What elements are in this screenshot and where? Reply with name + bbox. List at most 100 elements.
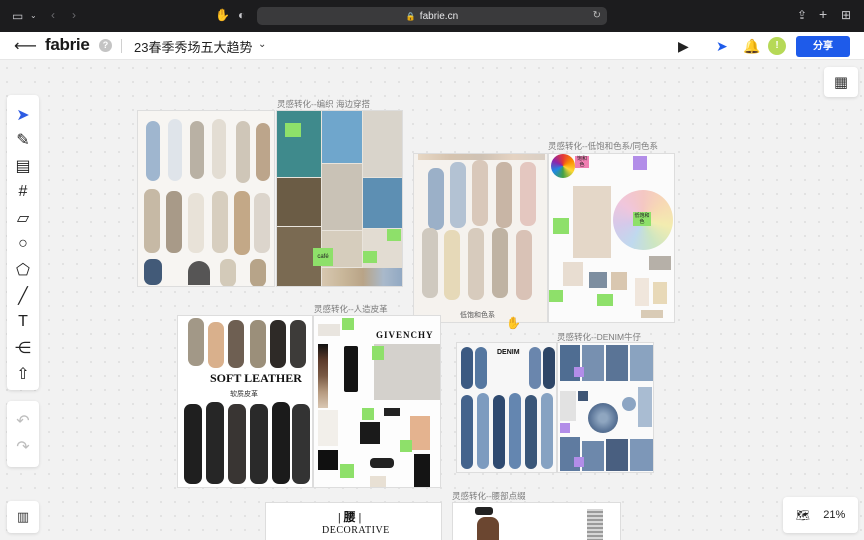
undo-icon[interactable]: ↶ xyxy=(7,409,39,433)
look-photo xyxy=(322,164,362,230)
sticky-note-saturated[interactable]: 饱和色 xyxy=(575,156,589,168)
board-low-saturation-moodboard[interactable]: 饱和色 低饱和色 xyxy=(548,153,675,323)
runway-figure xyxy=(543,347,555,389)
user-avatar[interactable]: ! xyxy=(768,37,786,55)
select-icon[interactable]: ➤ xyxy=(7,103,39,127)
circle-icon[interactable]: ○ xyxy=(7,232,39,256)
board-waist-decorative[interactable]: | 腰 | DECORATIVE xyxy=(265,502,442,540)
zoom-level[interactable]: 21% xyxy=(823,509,845,521)
app-logo[interactable]: fabrie xyxy=(45,35,90,55)
runway-figure xyxy=(472,160,488,226)
sticky-note[interactable] xyxy=(560,423,570,433)
sticky-note[interactable] xyxy=(400,440,412,452)
board-knit-runway[interactable] xyxy=(137,110,275,287)
denim-photo xyxy=(630,439,653,471)
bag-photo xyxy=(589,272,607,288)
line-icon[interactable]: ╱ xyxy=(7,284,39,308)
board-knit-moodboard[interactable]: café xyxy=(276,110,403,287)
shield-icon[interactable]: ◐ xyxy=(238,9,245,21)
sticky-note[interactable] xyxy=(574,367,584,377)
board-waist-moodboard[interactable] xyxy=(452,502,621,540)
sticky-note[interactable] xyxy=(340,464,354,478)
forward-icon[interactable]: › xyxy=(72,9,76,21)
share-button[interactable]: 分享 xyxy=(796,36,850,57)
tab-overview-icon[interactable]: ⊞ xyxy=(841,9,851,21)
history-toolbar: ↶ ↷ xyxy=(7,401,39,467)
sandal-photo xyxy=(649,256,671,270)
runway-figure xyxy=(516,230,532,300)
sticky-note-cafe[interactable]: café xyxy=(313,248,333,266)
board-denim-runway[interactable]: DENIM xyxy=(456,342,557,473)
minimap-icon[interactable]: 🗺 xyxy=(796,509,810,522)
share-sheet-icon[interactable]: ⇪ xyxy=(797,9,807,21)
table-view-icon[interactable]: ▦ xyxy=(824,67,858,97)
sticky-note[interactable] xyxy=(372,346,384,360)
reload-icon[interactable]: ↻ xyxy=(593,10,601,21)
frame-label-faux-leather[interactable]: 灵感转化--人造皮革 xyxy=(314,303,388,315)
document-title[interactable]: 23春季秀场五大趋势 xyxy=(134,37,252,56)
help-icon[interactable]: ? xyxy=(99,39,112,52)
sticky-note[interactable] xyxy=(597,294,613,306)
sticky-note[interactable] xyxy=(549,290,563,302)
board-soft-leather[interactable]: SOFT LEATHER 软质皮革 xyxy=(177,315,313,488)
redo-icon[interactable]: ↷ xyxy=(7,435,39,459)
shoe-photo xyxy=(641,310,663,318)
text-icon[interactable]: T xyxy=(7,310,39,334)
layout-icon[interactable]: ▤ xyxy=(7,154,39,178)
sticky-note[interactable] xyxy=(362,408,374,420)
runway-figure xyxy=(444,230,460,300)
sticky-note[interactable] xyxy=(285,123,301,137)
board-low-saturation-runway[interactable]: 低饱和色系 xyxy=(413,153,548,323)
runway-figure xyxy=(525,395,537,469)
runway-figure xyxy=(212,119,226,179)
sticky-note[interactable] xyxy=(363,251,377,263)
title-chevron-down-icon[interactable]: ⌄ xyxy=(258,39,266,50)
runway-figure xyxy=(428,168,444,230)
runway-figure xyxy=(290,320,306,368)
saturated-color-wheel xyxy=(551,154,575,178)
beach-photo xyxy=(277,111,321,177)
runway-figure xyxy=(212,191,228,253)
url-bar[interactable]: 🔒 fabrie.cn ↻ xyxy=(257,7,607,25)
runway-figure xyxy=(236,121,250,183)
sticky-note[interactable] xyxy=(633,156,647,170)
denim-photo xyxy=(630,345,653,381)
runway-figure xyxy=(250,259,266,286)
board-denim-moodboard[interactable] xyxy=(557,342,654,473)
zoom-control[interactable]: 🗺 21% xyxy=(783,497,858,533)
back-arrow-icon[interactable]: ⟵ xyxy=(14,36,37,56)
cursor-follow-icon[interactable]: ➤ xyxy=(716,38,728,54)
garment-photo xyxy=(344,346,358,392)
upload-icon[interactable]: ⇧ xyxy=(7,362,39,386)
garment-photo xyxy=(318,410,338,446)
new-tab-icon[interactable]: + xyxy=(819,7,827,21)
sticky-note[interactable] xyxy=(574,457,584,467)
sticky-note-low-saturated[interactable]: 低饱和色 xyxy=(633,212,651,226)
frame-label-knit[interactable]: 灵感转化--编织 海边穿搭 xyxy=(277,98,370,110)
sticky-note[interactable] xyxy=(342,318,354,330)
connector-icon[interactable]: ⋲ xyxy=(7,336,39,360)
sticky-note[interactable] xyxy=(387,229,401,241)
frame-icon[interactable]: # xyxy=(7,180,39,204)
chevron-down-icon[interactable]: ⌄ xyxy=(30,10,37,22)
sticky-note[interactable] xyxy=(553,218,569,234)
frame-label-waist[interactable]: 灵感转化--腰部点缀 xyxy=(452,490,526,502)
layers-panel-icon[interactable]: ▥ xyxy=(7,501,39,533)
frame-label-low-saturation[interactable]: 灵感转化--低饱和色系/同色系 xyxy=(548,140,658,152)
sidebar-toggle-icon[interactable]: ▭ xyxy=(12,10,23,22)
garment-photo xyxy=(318,450,338,470)
bell-icon[interactable]: 🔔 xyxy=(743,38,760,54)
sticky-note-icon[interactable]: ▱ xyxy=(7,206,39,230)
whiteboard-canvas[interactable]: 灵感转化--编织 海边穿搭 café 灵感转化--低饱和色系/同色系 低饱和色系… xyxy=(0,61,864,540)
present-icon[interactable]: ▶ xyxy=(678,38,689,54)
app-header: ⟵ fabrie ? 23春季秀场五大趋势 ⌄ ▶ ➤ 🔔 ! 分享 xyxy=(0,32,864,60)
sunglasses-photo xyxy=(475,507,493,515)
extension-icon[interactable]: ✋ xyxy=(215,9,230,21)
board-faux-leather-moodboard[interactable]: GIVENCHY xyxy=(313,315,441,488)
runway-figure xyxy=(541,393,553,469)
back-icon[interactable]: ‹ xyxy=(51,9,55,21)
pen-icon[interactable]: ✎ xyxy=(7,128,39,152)
pentagon-icon[interactable]: ⬠ xyxy=(7,258,39,282)
hand-cursor-icon: ✋ xyxy=(506,316,521,330)
runway-figure xyxy=(228,404,246,484)
